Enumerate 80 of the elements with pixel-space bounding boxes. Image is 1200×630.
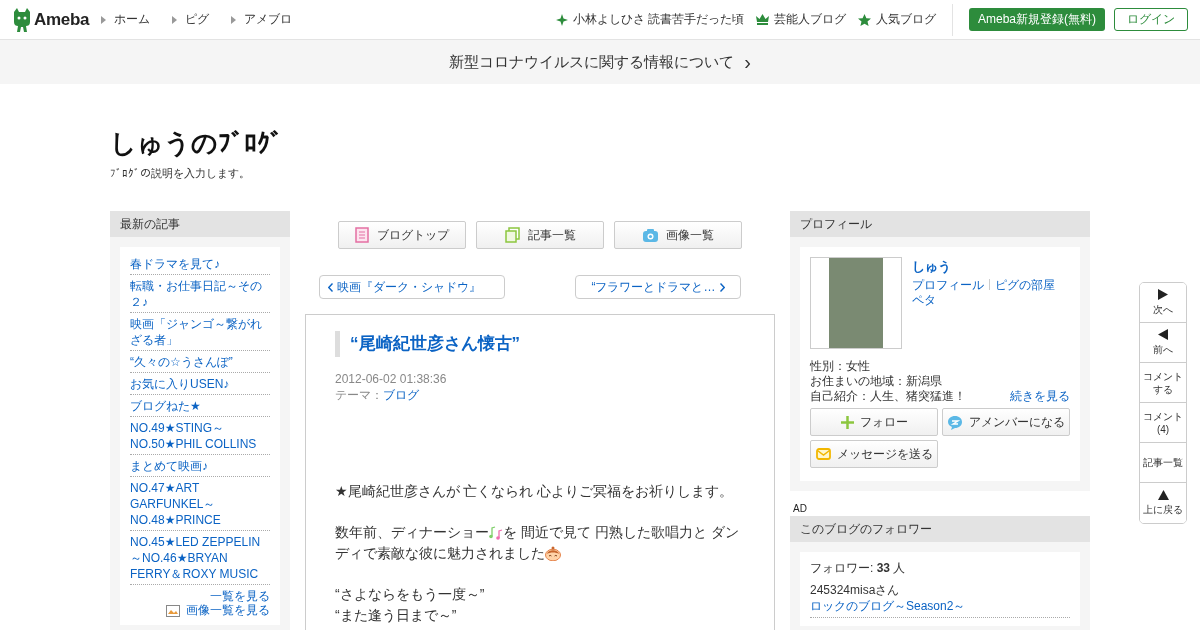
chevron-left-icon [328, 282, 333, 292]
read-more-link[interactable]: 続きを見る [1010, 389, 1070, 404]
picture-frame-icon [166, 604, 180, 617]
speech-bubble-icon [947, 414, 963, 430]
profile-fact: 性別：女性 [810, 359, 871, 374]
article-text: 数年前、ディナーショー [335, 523, 489, 542]
article-link[interactable]: お気に入りUSEN♪ [130, 373, 270, 395]
notice-link[interactable]: 新型コロナウイルスに関する情報について › [449, 50, 751, 74]
article-text: “さよならをもう一度～” [335, 585, 485, 604]
login-button[interactable]: ログイン [1114, 8, 1188, 31]
toolbar-button[interactable]: 画像一覧 [614, 221, 742, 249]
nav-link[interactable]: ホーム [101, 11, 151, 28]
article-text: ディで素敵な彼に魅力されました [335, 544, 545, 563]
profile-button[interactable]: アメンバーになる [942, 408, 1070, 436]
article-date: 2012-06-02 01:38:36 [335, 371, 448, 387]
article-link[interactable]: ブログねた★ [130, 395, 270, 417]
page-icon [355, 227, 369, 243]
theme-label: テーマ： [335, 388, 383, 402]
header-link[interactable]: 小林よしひさ 読書苦手だった頃 [555, 11, 744, 28]
follower-blog-link[interactable]: ロックのブログ～Season2～ [810, 598, 1070, 614]
play-left-icon [1158, 329, 1168, 340]
caret-right-icon [172, 15, 178, 24]
article-link[interactable]: NO.45★LED ZEPPELIN～NO.46★BRYAN FERRY＆ROXY MUSIC [130, 531, 270, 585]
sparkle-icon [555, 13, 568, 26]
nav-link[interactable]: ピグ [172, 11, 210, 28]
play-right-icon [1158, 289, 1168, 300]
triangle-up-icon [1157, 490, 1169, 500]
blog-title[interactable]: しゅうのﾌﾞﾛｸﾞ [110, 126, 1090, 162]
profile-button[interactable]: フォロー [810, 408, 938, 436]
camera-icon [642, 228, 658, 242]
crown-icon [756, 14, 769, 25]
floating-nav-button[interactable]: 次へ [1140, 283, 1186, 323]
profile-link[interactable]: ピグの部屋 [995, 278, 1055, 292]
profile-fact: お住まいの地域：新潟県 [810, 374, 943, 389]
article-link[interactable]: 映画「ジャンゴ～繋がれざる者」 [130, 313, 270, 351]
article-link[interactable]: 転職・お仕事日記～その２♪ [130, 275, 270, 313]
envelope-icon [815, 448, 831, 460]
caret-right-icon [231, 15, 237, 24]
follower-count: フォロワー: 33 人 [810, 560, 907, 576]
documents-icon [504, 227, 520, 243]
section-heading: プロフィール [790, 211, 1090, 237]
register-button[interactable]: Ameba新規登録(無料) [969, 8, 1105, 31]
toolbar-button[interactable]: 記事一覧 [476, 221, 604, 249]
logo-wordmark[interactable]: Ameba [34, 9, 90, 30]
toolbar-button[interactable]: ブログトップ [338, 221, 466, 249]
profile-fact: 自己紹介：人生、猪突猛進！ [810, 389, 966, 404]
previous-article-link[interactable]: 映画『ダーク・シャドウ』 [319, 275, 505, 299]
article-link[interactable]: まとめて映画♪ [130, 455, 270, 477]
view-all-link[interactable]: 一覧を見る [130, 588, 270, 604]
header-link[interactable]: 芸能人ブログ [756, 11, 846, 28]
mascot-logo-icon [12, 7, 32, 32]
profile-link[interactable]: プロフィール [912, 278, 984, 292]
follower-name: 245324misaさん [810, 582, 901, 598]
caret-right-icon [101, 15, 107, 24]
star-icon [858, 13, 871, 26]
article-link[interactable]: NO.47★ART GARFUNKEL～NO.48★PRINCE [130, 477, 270, 531]
chevron-right-icon [719, 282, 725, 292]
profile-link[interactable]: ペタ [912, 293, 936, 307]
section-heading: 最新の記事 [110, 211, 290, 237]
next-article-link[interactable]: “フラワーとドラマと… [575, 275, 741, 299]
section-heading: このブログのフォロワー [790, 516, 1090, 542]
blog-description: ﾌﾞﾛｸﾞの説明を入力します。 [110, 166, 251, 181]
nav-link[interactable]: アメブロ [231, 11, 293, 28]
music-notes-icon [489, 525, 503, 540]
article-link[interactable]: NO.49★STING～NO.50★PHIL COLLINS [130, 417, 270, 455]
photo-placeholder[interactable] [829, 258, 883, 348]
article-text: を 間近で見て 円熟した歌唱力と ダン [503, 523, 739, 542]
article-link[interactable]: “久々の☆うさんぽ” [130, 351, 270, 373]
theme-link[interactable]: ブログ [383, 388, 419, 402]
plus-icon [840, 415, 854, 429]
profile-name[interactable]: しゅう [912, 259, 1055, 275]
article-title[interactable]: “尾崎紀世彦さん懐古” [335, 331, 745, 357]
article-link[interactable]: 春ドラマを見て♪ [130, 253, 270, 275]
header-link[interactable]: 人気ブログ [858, 11, 936, 28]
article-text: “また逢う日まで～” [335, 606, 457, 625]
image-list-link[interactable]: 画像一覧を見る [130, 604, 270, 617]
ad-label: AD [793, 503, 808, 514]
profile-button[interactable]: メッセージを送る [810, 440, 938, 468]
smiling-face-icon [545, 546, 561, 561]
article-text: ★尾崎紀世彦さんが 亡くなられ 心よりご冥福をお祈りします。 [335, 482, 734, 501]
